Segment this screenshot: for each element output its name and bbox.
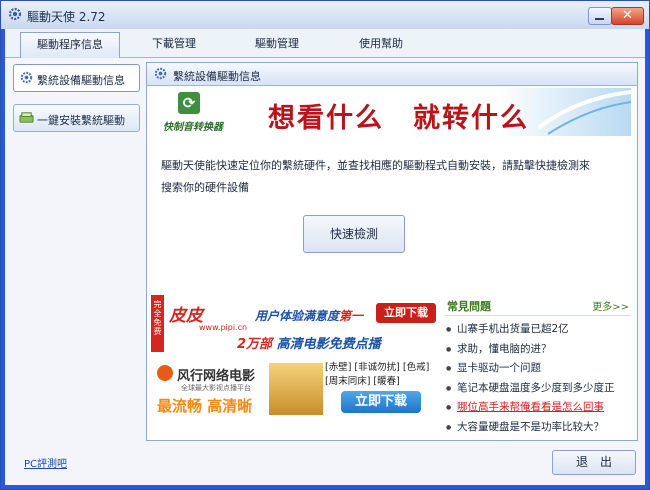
- faq-item[interactable]: 山寨手机出货量已超2亿: [445, 320, 631, 340]
- pipi-count: 2万部: [237, 337, 273, 352]
- client-area: 驅動程序信息 下載管理 驅動管理 使用幫助 繫統設備驅動信息 一鍵安裝繫統驅動: [5, 29, 645, 485]
- pipi-download-button[interactable]: 立即下载: [376, 303, 436, 323]
- title-bar[interactable]: 驅動天使 2.72 ✕: [1, 1, 649, 29]
- description-text: 驅動天使能快速定位你的繫統硬件，並查找相應的驅動程式自動安裝，請點擊快捷檢測來 …: [161, 155, 601, 199]
- sidebar-item-device-info[interactable]: 繫統設備驅動信息: [13, 64, 140, 92]
- faq-item[interactable]: 笔记本硬盘温度多少度到多少度正: [445, 379, 631, 399]
- faq-header: 常見問題 更多>>: [445, 295, 631, 316]
- fengxing-ad[interactable]: 风行网络电影 全球最大影视点播平台 最流畅 高清晰 [赤壁] [非诚勿扰] [色…: [151, 357, 435, 419]
- converter-logo-icon: ⟳: [178, 92, 200, 114]
- content-panel: 繫統設備驅動信息 ⟳ 快制音转换器 想看什么 就转什么 驅動天使能快速定位你的繫…: [146, 62, 638, 441]
- gear-icon: [20, 71, 33, 84]
- tab-bar: 驅動程序信息 下載管理 驅動管理 使用幫助: [5, 29, 645, 58]
- description-line: 驅動天使能快速定位你的繫統硬件，並查找相應的驅動程式自動安裝，請點擊快捷檢測來: [161, 159, 590, 172]
- tab-download-manager[interactable]: 下載管理: [125, 32, 223, 56]
- faq-section: 常見問題 更多>> 山寨手机出货量已超2亿 求助，懂电脑的进？ 显卡驱动一个问题…: [445, 295, 631, 437]
- gear-icon: [8, 7, 22, 21]
- pipi-rank: 第一: [339, 309, 364, 323]
- tab-help[interactable]: 使用幫助: [332, 32, 430, 56]
- banner-slogan: 想看什么 就转什么: [268, 103, 529, 134]
- fengxing-movie-titles: [赤壁] [非诚勿扰] [色戒] [周末同床] [暖春]: [325, 362, 430, 387]
- swoosh-graphic: [538, 90, 631, 135]
- pipi-subline: 2万部 高清电影免费点播: [237, 333, 381, 352]
- panel-title: 繫統設備驅動信息: [173, 70, 261, 83]
- pipi-logo: 皮皮: [169, 306, 203, 326]
- pipi-url: www.pipi.cn: [199, 323, 248, 332]
- app-window: 驅動天使 2.72 ✕ 驅動程序信息 下載管理 驅動管理 使用幫助 繫統設備驅動…: [0, 0, 650, 490]
- tab-driver-manager[interactable]: 驅動管理: [228, 32, 326, 56]
- window-title: 驅動天使 2.72: [27, 10, 106, 24]
- fengxing-download-button[interactable]: 立即下载: [341, 391, 421, 413]
- faq-item[interactable]: 显卡驱动一个问题: [445, 359, 631, 379]
- pipi-headline-text: 用户体验满意度: [255, 309, 340, 323]
- fengxing-slogan: 最流畅 高清晰: [157, 397, 253, 415]
- minimize-button[interactable]: [588, 7, 612, 25]
- faq-item[interactable]: 哪位高手来帮俺看看是怎么回事: [445, 398, 631, 418]
- exit-button[interactable]: 退 出: [552, 450, 636, 475]
- faq-more-link[interactable]: 更多>>: [592, 298, 629, 313]
- sidebar-item-label: 一鍵安裝繫統驅動: [37, 114, 125, 127]
- sidebar-item-one-click-install[interactable]: 一鍵安裝繫統驅動: [13, 104, 140, 132]
- fengxing-logo-icon: [157, 365, 173, 381]
- faq-item[interactable]: 大容量硬盘是不是功率比较大？: [445, 418, 631, 438]
- pipi-subtext: 高清电影免费点播: [276, 337, 381, 352]
- pipi-ad[interactable]: 完全免费 皮皮 www.pipi.cn 用户体验满意度第一 立即下载 2万部 高…: [151, 295, 436, 352]
- banner-logo-text: 快制音转换器: [163, 122, 223, 133]
- close-button[interactable]: ✕: [611, 7, 644, 25]
- faq-title: 常見問題: [447, 300, 491, 313]
- faq-list: 山寨手机出货量已超2亿 求助，懂电脑的进？ 显卡驱动一个问题 笔记本硬盘温度多少…: [445, 320, 631, 437]
- panel-header: 繫統設備驅動信息: [147, 63, 637, 86]
- install-icon: [19, 112, 34, 123]
- fengxing-brand: 风行网络电影: [177, 369, 256, 384]
- faq-item[interactable]: 求助，懂电脑的进？: [445, 340, 631, 360]
- movie-poster-image: [269, 363, 323, 415]
- pc-review-link[interactable]: PC評測吧: [24, 455, 67, 470]
- gear-icon: [154, 67, 167, 80]
- sidebar-item-label: 繫統設備驅動信息: [37, 74, 125, 87]
- ad-side-label: 完全免费: [151, 295, 164, 352]
- pipi-headline: 用户体验满意度第一: [255, 307, 363, 324]
- quick-detect-button[interactable]: 快速檢測: [303, 215, 405, 253]
- top-banner-ad[interactable]: ⟳ 快制音转换器 想看什么 就转什么: [153, 88, 631, 136]
- tab-driver-info[interactable]: 驅動程序信息: [20, 32, 120, 58]
- description-line: 搜索你的硬件設備: [161, 181, 249, 194]
- fengxing-tagline: 全球最大影视点播平台: [181, 384, 251, 392]
